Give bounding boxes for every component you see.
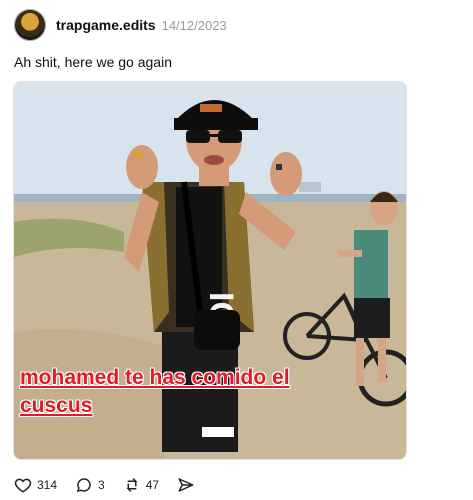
heart-icon — [14, 478, 32, 493]
username[interactable]: trapgame.edits — [56, 17, 156, 33]
avatar[interactable] — [14, 9, 46, 41]
share-button[interactable] — [177, 476, 200, 494]
post-caption: Ah shit, here we go again — [14, 54, 172, 70]
like-count: 314 — [37, 478, 58, 492]
repost-count: 47 — [145, 478, 160, 492]
meme-caption: mohamed te has comido el cuscus — [20, 366, 290, 417]
comment-icon — [76, 478, 91, 493]
post-actions: 314 3 47 — [14, 474, 218, 496]
repost-button[interactable]: 47 — [123, 476, 159, 494]
comment-count: 3 — [98, 478, 105, 492]
comment-button[interactable]: 3 — [75, 476, 105, 494]
send-icon — [178, 478, 194, 492]
timestamp[interactable]: 14/12/2023 — [162, 18, 227, 33]
repost-icon — [126, 478, 138, 492]
post-header: trapgame.edits 14/12/2023 — [14, 8, 227, 42]
post-image[interactable]: ICK — [13, 81, 407, 460]
like-button[interactable]: 314 — [14, 476, 57, 494]
